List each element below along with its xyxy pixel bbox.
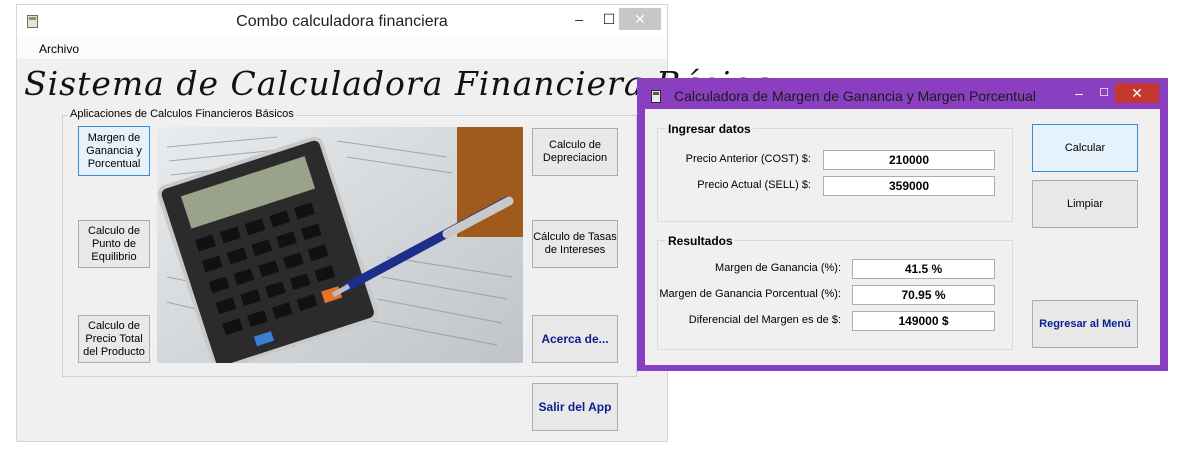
window-icon	[651, 90, 661, 103]
salir-app-button[interactable]: Salir del App	[532, 383, 618, 431]
input-group-caption: Ingresar datos	[666, 122, 753, 136]
margen-porcentual-label: Margen de Ganancia Porcentual (%):	[659, 288, 841, 300]
depreciacion-button[interactable]: Calculo de Depreciacion	[532, 128, 618, 176]
close-button[interactable]: ✕	[619, 8, 661, 30]
minimize-button[interactable]: –	[1069, 83, 1089, 103]
precio-anterior-field[interactable]: 210000	[823, 150, 995, 170]
input-group	[657, 128, 1013, 222]
results-group-caption: Resultados	[666, 234, 735, 248]
acerca-de-button[interactable]: Acerca de...	[532, 315, 618, 363]
regresar-menu-button[interactable]: Regresar al Menú	[1032, 300, 1138, 348]
margen-field[interactable]: 41.5 %	[852, 259, 995, 279]
apps-group-caption: Aplicaciones de Calculos Financieros Bás…	[68, 108, 296, 120]
maximize-button[interactable]: ☐	[1093, 83, 1115, 103]
margin-calculator-window: Calculadora de Margen de Ganancia y Marg…	[637, 78, 1168, 371]
precio-actual-label: Precio Actual (SELL) $:	[697, 179, 811, 191]
limpiar-button[interactable]: Limpiar	[1032, 180, 1138, 228]
margen-label: Margen de Ganancia (%):	[715, 262, 841, 274]
precio-anterior-label: Precio Anterior (COST) $:	[685, 153, 811, 165]
margin-window-title: Calculadora de Margen de Ganancia y Marg…	[674, 88, 1036, 104]
calcular-button[interactable]: Calcular	[1032, 124, 1138, 172]
precio-total-button[interactable]: Calculo de Precio Total del Producto	[78, 315, 150, 363]
diferencial-label: Diferencial del Margen es de $:	[688, 314, 841, 326]
punto-equilibrio-button[interactable]: Calculo de Punto de Equilibrio	[78, 220, 150, 268]
margin-window-client: Ingresar datos Precio Anterior (COST) $:…	[645, 109, 1160, 365]
menu-bar: Archivo	[17, 37, 667, 59]
margen-ganancia-button[interactable]: Margen de Ganancia y Porcentual	[78, 126, 150, 176]
tasas-intereses-button[interactable]: Cálculo de Tasas de Intereses	[532, 220, 618, 268]
menu-archivo[interactable]: Archivo	[39, 42, 79, 56]
precio-actual-field[interactable]: 359000	[823, 176, 995, 196]
minimize-button[interactable]: –	[565, 8, 593, 30]
main-titlebar: Combo calculadora financiera – ☐ ✕	[17, 5, 667, 37]
diferencial-field[interactable]: 149000 $	[852, 311, 995, 331]
calculator-image	[157, 127, 523, 363]
margen-porcentual-field[interactable]: 70.95 %	[852, 285, 995, 305]
close-button[interactable]: ✕	[1115, 83, 1159, 103]
